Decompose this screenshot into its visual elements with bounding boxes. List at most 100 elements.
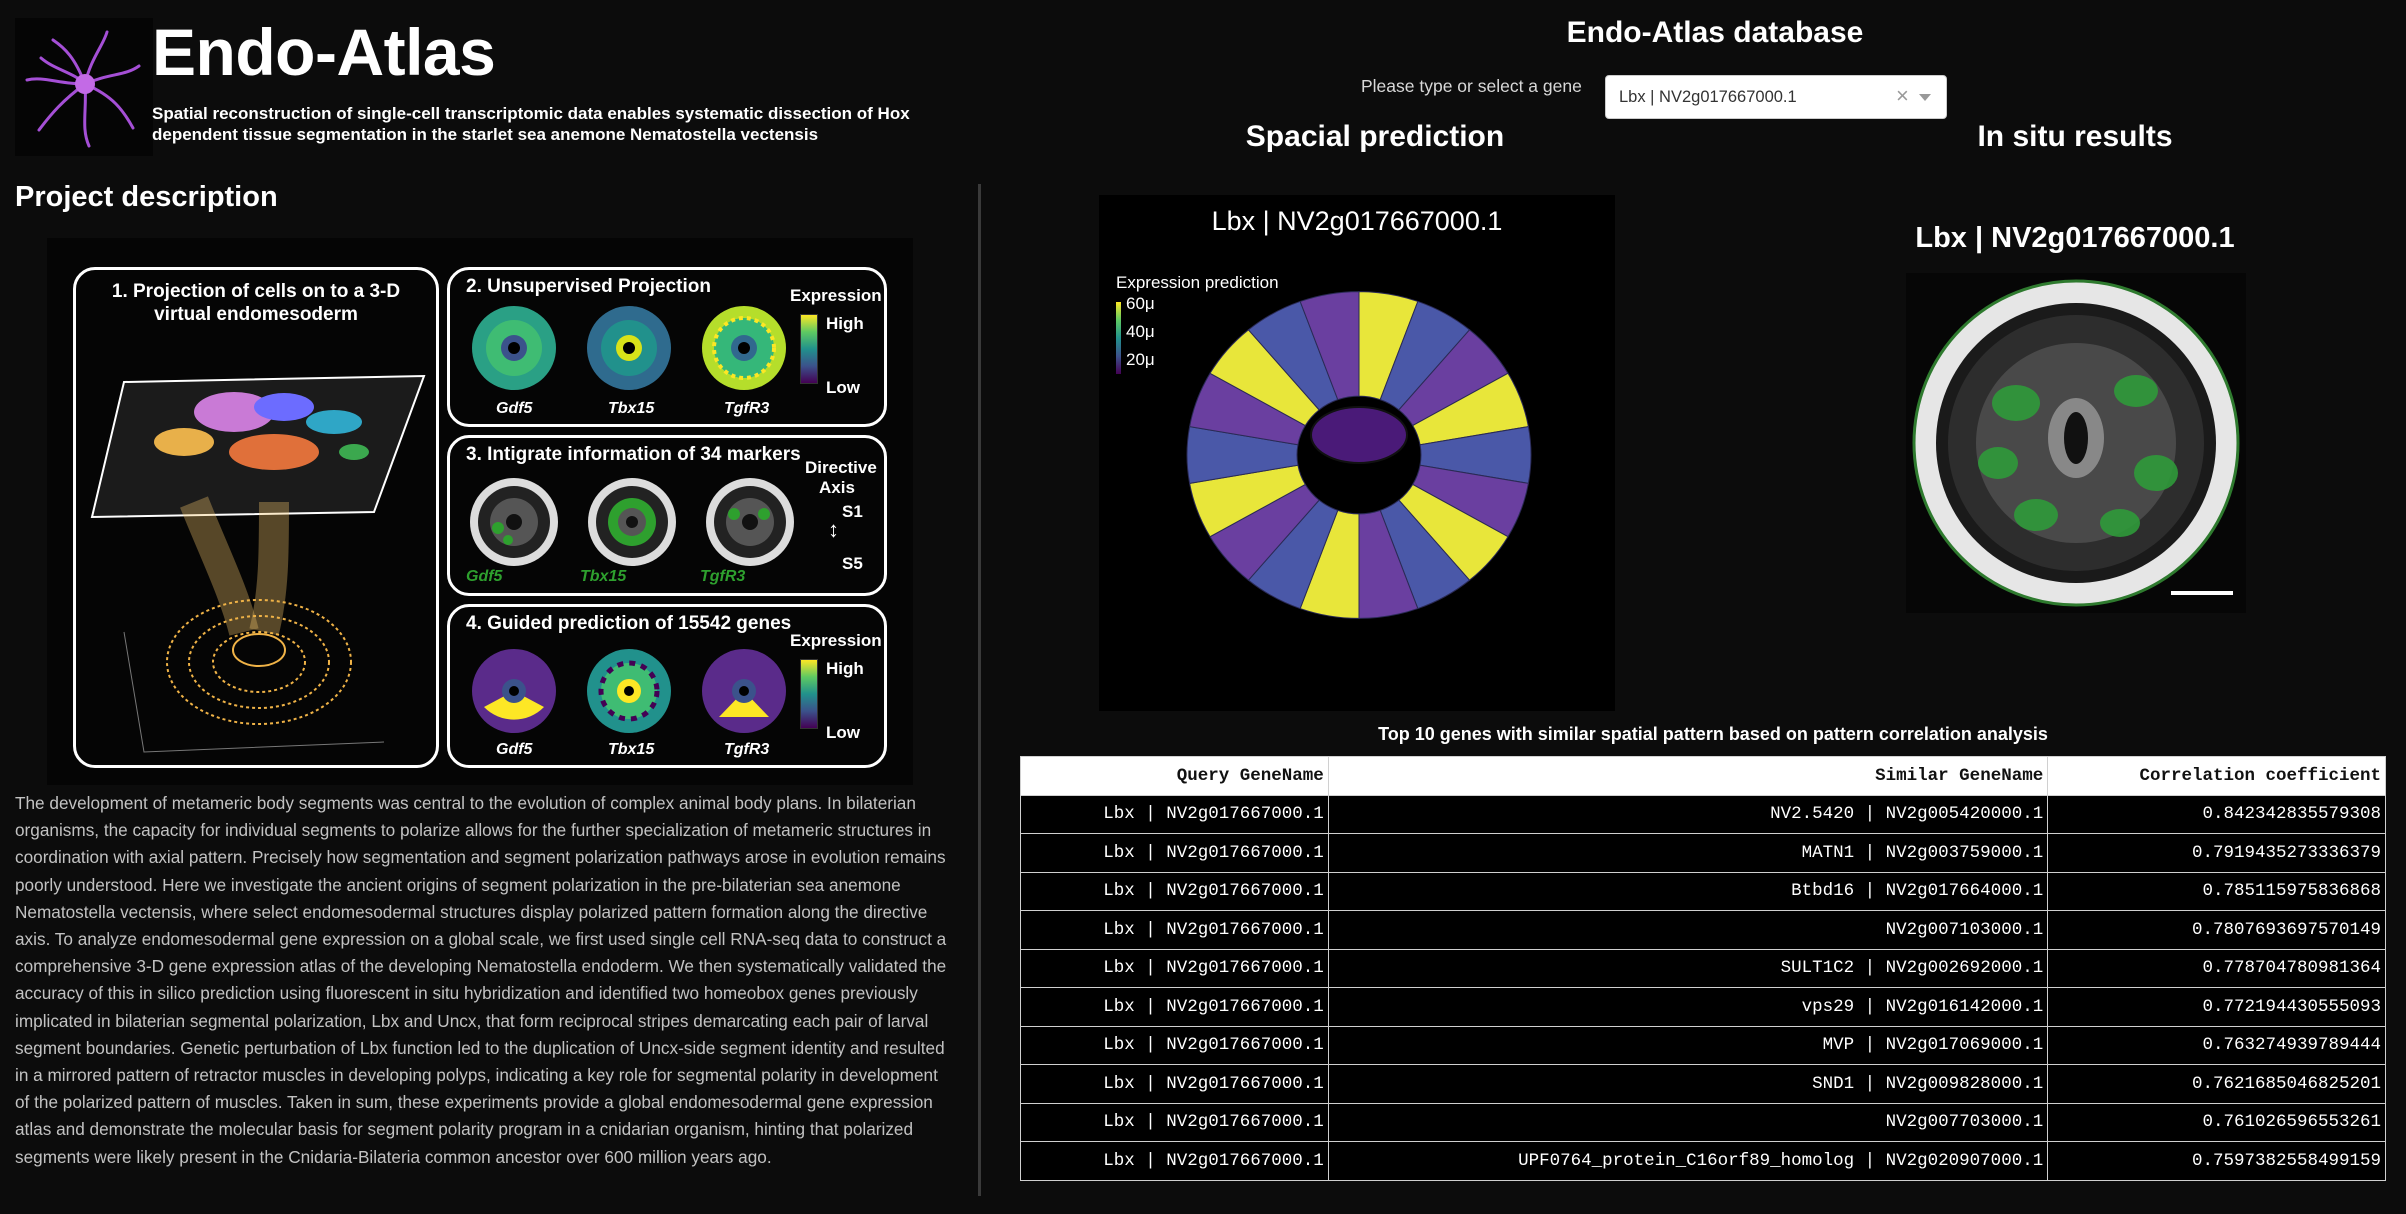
guided-prediction-images [472, 649, 786, 733]
marker-insitu-images [470, 478, 794, 566]
similar-gene-cell: NV2g007103000.1 [1327, 910, 2049, 950]
project-overview-figure: 1. Projection of cells on to a 3-D virtu… [47, 238, 913, 785]
spatial-prediction-plot: Lbx | NV2g017667000.1 Expression predict… [1099, 195, 1615, 711]
table-row: Lbx | NV2g017667000.1 UPF0764_protein_C16… [1020, 1141, 2386, 1181]
query-gene-cell: Lbx | NV2g017667000.1 [1020, 1025, 1329, 1065]
spatial-prediction-heading: Spacial prediction [1245, 120, 1505, 153]
gene-caption-tgfr3: TgfR3 [724, 400, 770, 417]
table-row: Lbx | NV2g017667000.1 SND1 | NV2g00982800… [1020, 1064, 2386, 1104]
gene-caption-gdf5: Gdf5 [496, 400, 533, 417]
insitu-results-heading: In situ results [1977, 120, 2173, 153]
query-gene-cell: Lbx | NV2g017667000.1 [1020, 794, 1329, 834]
table-row: Lbx | NV2g017667000.1 SULT1C2 | NV2g00269… [1020, 948, 2386, 988]
marker-caption-gdf5: Gdf5 [466, 568, 503, 585]
legend-tick-40: 40μ [1126, 322, 1155, 341]
similar-gene-cell: SULT1C2 | NV2g002692000.1 [1327, 948, 2049, 988]
query-gene-cell: Lbx | NV2g017667000.1 [1020, 910, 1329, 950]
logo-image [15, 18, 153, 156]
similar-gene-cell: UPF0764_protein_C16orf89_homolog | NV2g0… [1327, 1141, 2049, 1181]
marker-caption-tgfr3: TgfR3 [700, 568, 746, 585]
unsupervised-projection-images [472, 306, 786, 390]
figure-panel2-title: 2. Unsupervised Projection [466, 276, 711, 297]
similar-gene-cell: MATN1 | NV2g003759000.1 [1327, 833, 2049, 873]
s1-label: S1 [842, 502, 863, 521]
high-label-2: High [826, 659, 864, 678]
table-row: Lbx | NV2g017667000.1 NV2g007103000.1 0.78… [1020, 910, 2386, 950]
column-header-correlation[interactable]: Correlation coefficient [2047, 756, 2386, 796]
correlation-cell: 0.7621685046825201 [2047, 1064, 2386, 1104]
figure-panel-unsupervised: 2. Unsupervised Projection Expression Hi… [447, 267, 887, 427]
expression-colorbar [800, 314, 818, 384]
figure-panel-guided: 4. Guided prediction of 15542 genes Expr… [447, 604, 887, 768]
gene-caption-tbx15: Tbx15 [608, 400, 655, 417]
similar-genes-table: Query GeneName Similar GeneName Correlat… [1020, 756, 2386, 1181]
spatial-gene-title: Lbx | NV2g017667000.1 [1211, 206, 1503, 236]
table-row: Lbx | NV2g017667000.1 NV2.5420 | NV2g0054… [1020, 794, 2386, 834]
column-header-query[interactable]: Query GeneName [1020, 756, 1329, 796]
gene-select-dropdown[interactable]: Lbx | NV2g017667000.1 × [1605, 75, 1947, 119]
query-gene-cell: Lbx | NV2g017667000.1 [1020, 871, 1329, 911]
legend-tick-60: 60μ [1126, 294, 1155, 313]
projection-illustration [90, 374, 426, 753]
torus-center-opening [1310, 406, 1408, 464]
guided-caption-tbx15: Tbx15 [608, 741, 655, 758]
directive-axis-arrow-icon: ↕ [828, 517, 839, 542]
expression-label: Expression [790, 286, 882, 305]
torus-3d-render [1186, 291, 1532, 619]
table-row: Lbx | NV2g017667000.1 Btbd16 | NV2g017664… [1020, 871, 2386, 911]
figure-panel-markers: 3. Intigrate information of 34 markers D… [447, 435, 887, 596]
similar-gene-cell: NV2g007703000.1 [1327, 1102, 2049, 1142]
s5-label: S5 [842, 554, 863, 573]
correlation-cell: 0.842342835579308 [2047, 794, 2386, 834]
app-title: Endo-Atlas [152, 15, 496, 89]
chevron-down-icon[interactable] [1919, 94, 1931, 101]
correlation-cell: 0.7597382558499159 [2047, 1141, 2386, 1181]
similar-gene-cell: Btbd16 | NV2g017664000.1 [1327, 871, 2049, 911]
table-row: Lbx | NV2g017667000.1 NV2g007703000.1 0.76… [1020, 1102, 2386, 1142]
project-description-text: The development of metameric body segmen… [15, 793, 947, 1167]
table-row: Lbx | NV2g017667000.1 MATN1 | NV2g0037590… [1020, 833, 2386, 873]
similar-gene-cell: vps29 | NV2g016142000.1 [1327, 987, 2049, 1027]
correlation-cell: 0.785115975836868 [2047, 871, 2386, 911]
similar-genes-caption: Top 10 genes with similar spatial patter… [1378, 724, 2048, 744]
query-gene-cell: Lbx | NV2g017667000.1 [1020, 1141, 1329, 1181]
expression-prediction-colorbar [1116, 302, 1121, 374]
gene-select-value[interactable]: Lbx | NV2g017667000.1 [1619, 88, 1797, 107]
expression-label-2: Expression [790, 631, 882, 650]
table-row: Lbx | NV2g017667000.1 MVP | NV2g017069000… [1020, 1025, 2386, 1065]
query-gene-cell: Lbx | NV2g017667000.1 [1020, 948, 1329, 988]
query-gene-cell: Lbx | NV2g017667000.1 [1020, 833, 1329, 873]
figure-panel4-title: 4. Guided prediction of 15542 genes [466, 613, 792, 634]
clear-icon[interactable]: × [1896, 83, 1909, 109]
column-header-similar[interactable]: Similar GeneName [1327, 756, 2049, 796]
correlation-cell: 0.763274939789444 [2047, 1025, 2386, 1065]
low-label: Low [826, 378, 860, 397]
legend-tick-20: 20μ [1126, 350, 1155, 369]
gene-select-label: Please type or select a gene [1361, 76, 1582, 96]
correlation-cell: 0.7919435273336379 [2047, 833, 2386, 873]
query-gene-cell: Lbx | NV2g017667000.1 [1020, 987, 1329, 1027]
insitu-microscopy-image [1906, 273, 2246, 613]
column-divider [978, 184, 981, 1196]
query-gene-cell: Lbx | NV2g017667000.1 [1020, 1064, 1329, 1104]
database-title: Endo-Atlas database [1566, 16, 1864, 49]
expression-colorbar-2 [800, 659, 818, 729]
project-description-heading: Project description [15, 181, 278, 213]
insitu-gene-title: Lbx | NV2g017667000.1 [1915, 222, 2235, 254]
low-label-2: Low [826, 723, 860, 742]
table-header-row: Query GeneName Similar GeneName Correlat… [1020, 756, 2386, 796]
guided-caption-gdf5: Gdf5 [496, 741, 533, 758]
similar-gene-cell: MVP | NV2g017069000.1 [1327, 1025, 2049, 1065]
figure-panel3-title: 3. Intigrate information of 34 markers [466, 444, 801, 465]
table-row: Lbx | NV2g017667000.1 vps29 | NV2g0161420… [1020, 987, 2386, 1027]
correlation-cell: 0.778704780981364 [2047, 948, 2386, 988]
similar-gene-cell: SND1 | NV2g009828000.1 [1327, 1064, 2049, 1104]
figure-panel-projection: 1. Projection of cells on to a 3-D virtu… [73, 267, 439, 768]
figure-panel1-title: 1. Projection of cells on to a 3-D virtu… [111, 281, 401, 325]
marker-caption-tbx15: Tbx15 [580, 568, 627, 585]
guided-caption-tgfr3: TgfR3 [724, 741, 770, 758]
similar-gene-cell: NV2.5420 | NV2g005420000.1 [1327, 794, 2049, 834]
correlation-cell: 0.772194430555093 [2047, 987, 2386, 1027]
directive-axis-label: Directive Axis [805, 458, 877, 497]
correlation-cell: 0.761026596553261 [2047, 1102, 2386, 1142]
